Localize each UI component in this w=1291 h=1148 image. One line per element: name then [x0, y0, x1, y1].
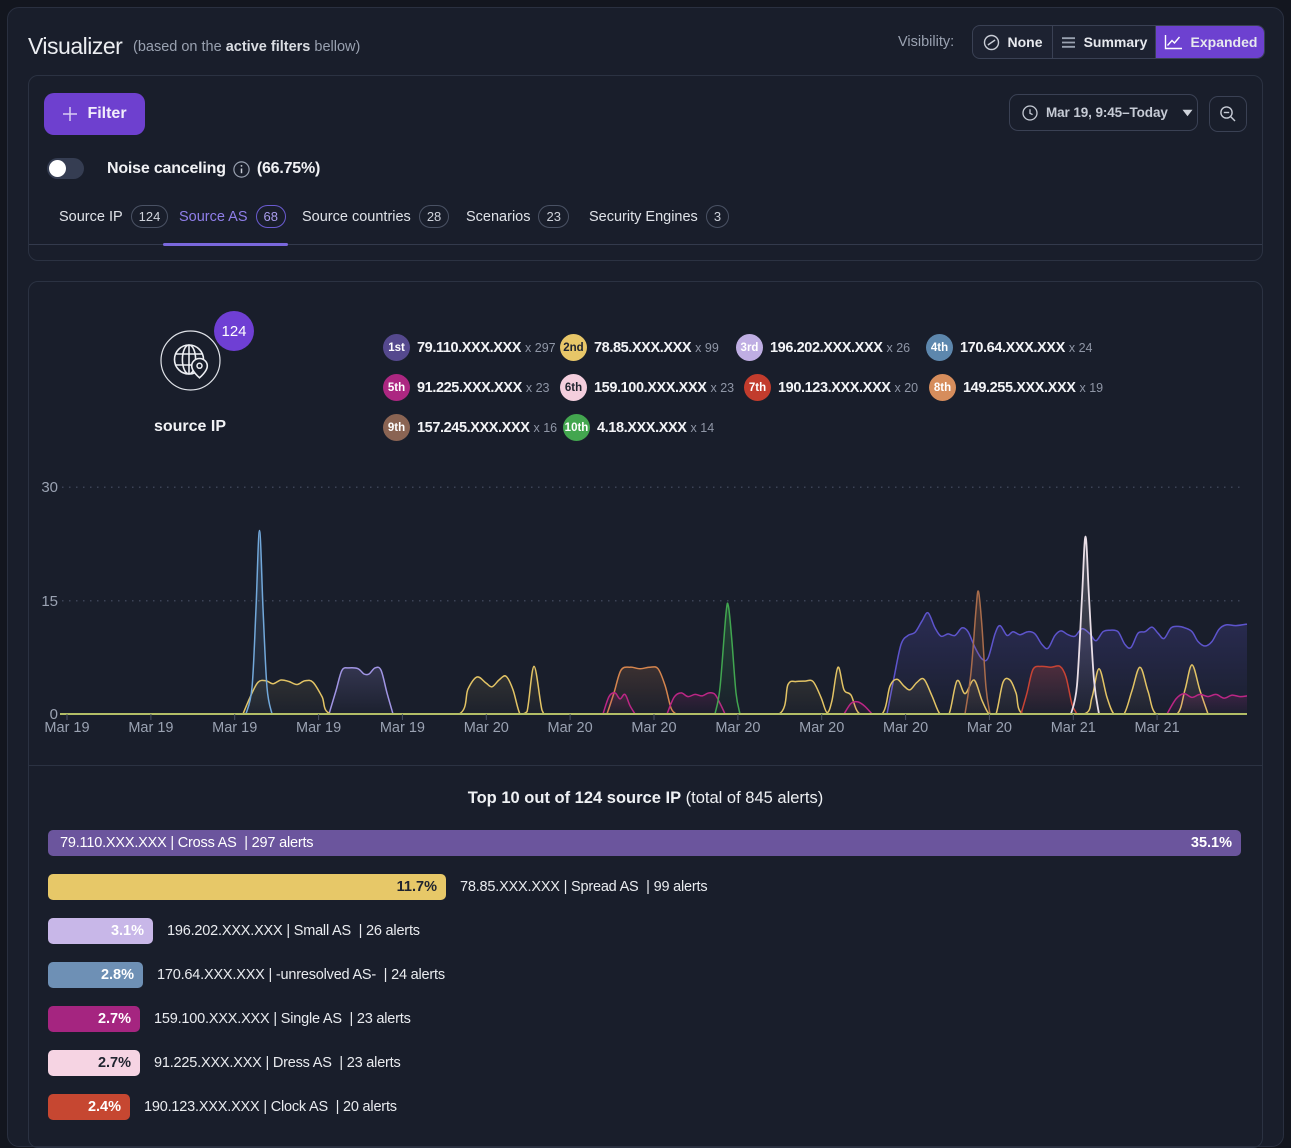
svg-text:Mar 20: Mar 20 — [715, 720, 760, 736]
svg-text:Mar 20: Mar 20 — [883, 720, 928, 736]
svg-text:15: 15 — [41, 593, 58, 610]
svg-text:Mar 20: Mar 20 — [548, 720, 593, 736]
svg-text:Mar 19: Mar 19 — [44, 720, 89, 736]
svg-text:Mar 19: Mar 19 — [296, 720, 341, 736]
svg-text:Mar 20: Mar 20 — [631, 720, 676, 736]
svg-text:Mar 20: Mar 20 — [967, 720, 1012, 736]
svg-text:30: 30 — [41, 479, 58, 496]
svg-text:Mar 21: Mar 21 — [1051, 720, 1096, 736]
svg-text:Mar 19: Mar 19 — [128, 720, 173, 736]
svg-text:Mar 19: Mar 19 — [380, 720, 425, 736]
svg-text:Mar 20: Mar 20 — [799, 720, 844, 736]
svg-text:Mar 20: Mar 20 — [464, 720, 509, 736]
svg-text:Mar 19: Mar 19 — [212, 720, 257, 736]
svg-text:Mar 21: Mar 21 — [1135, 720, 1180, 736]
